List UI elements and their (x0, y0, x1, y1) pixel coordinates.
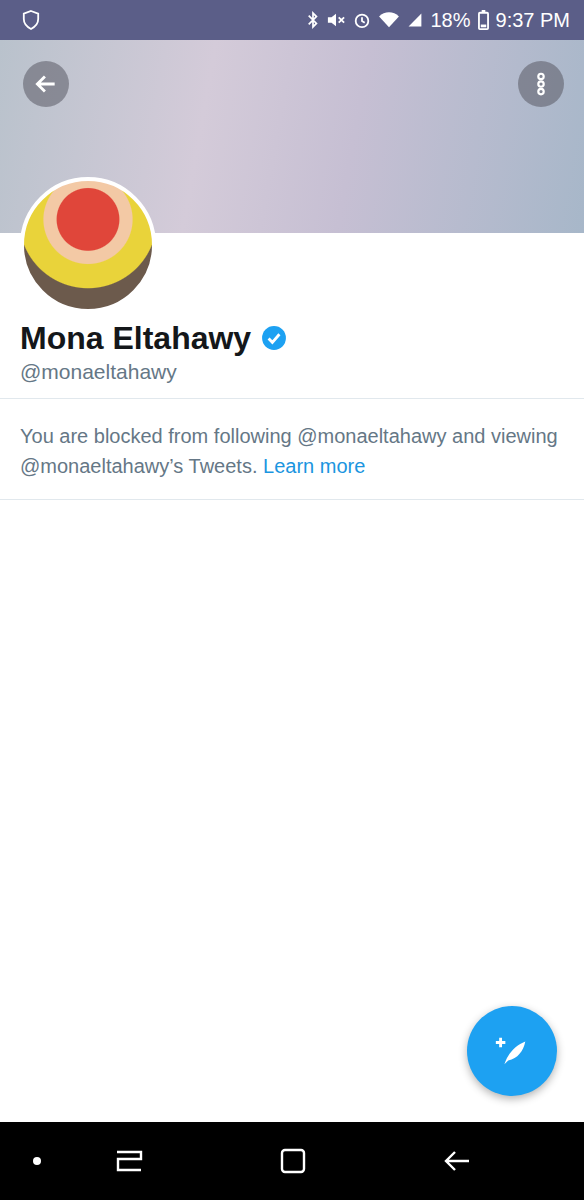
wifi-icon (378, 11, 400, 29)
dot-icon[interactable] (32, 1156, 42, 1166)
back-arrow-icon (33, 71, 59, 97)
more-vertical-icon (528, 71, 554, 97)
home-icon[interactable] (279, 1147, 307, 1175)
profile-screen: 18%9:37 PMMona Eltahawy@monaeltahawyYou … (0, 0, 584, 1200)
verified-badge-icon (261, 325, 287, 351)
shield-icon (22, 10, 40, 30)
status-bar: 18% 9:37 PM (0, 0, 584, 40)
avatar[interactable] (20, 177, 156, 313)
alarm-icon (353, 11, 371, 29)
navigation-bar (0, 1122, 584, 1200)
more-button[interactable] (518, 61, 564, 107)
mute-icon (326, 11, 346, 29)
battery-percent: 18% (430, 9, 470, 32)
display-name: Mona Eltahawy (20, 318, 251, 358)
bluetooth-icon (307, 11, 319, 29)
clock: 9:37 PM (496, 9, 570, 32)
signal-icon (407, 11, 423, 29)
back-nav-icon[interactable] (442, 1148, 472, 1174)
battery-icon (478, 10, 489, 30)
learn-more-link[interactable]: Learn more (263, 455, 365, 477)
blocked-notice: You are blocked from following @monaelta… (0, 399, 584, 500)
recent-apps-icon[interactable] (114, 1148, 144, 1174)
profile-header: Mona Eltahawy@monaeltahawy (0, 233, 584, 399)
back-button[interactable] (23, 61, 69, 107)
tweets-area (0, 500, 584, 1122)
compose-tweet-button[interactable] (467, 1006, 557, 1096)
compose-feather-icon (493, 1032, 531, 1070)
handle: @monaeltahawy (20, 358, 564, 386)
